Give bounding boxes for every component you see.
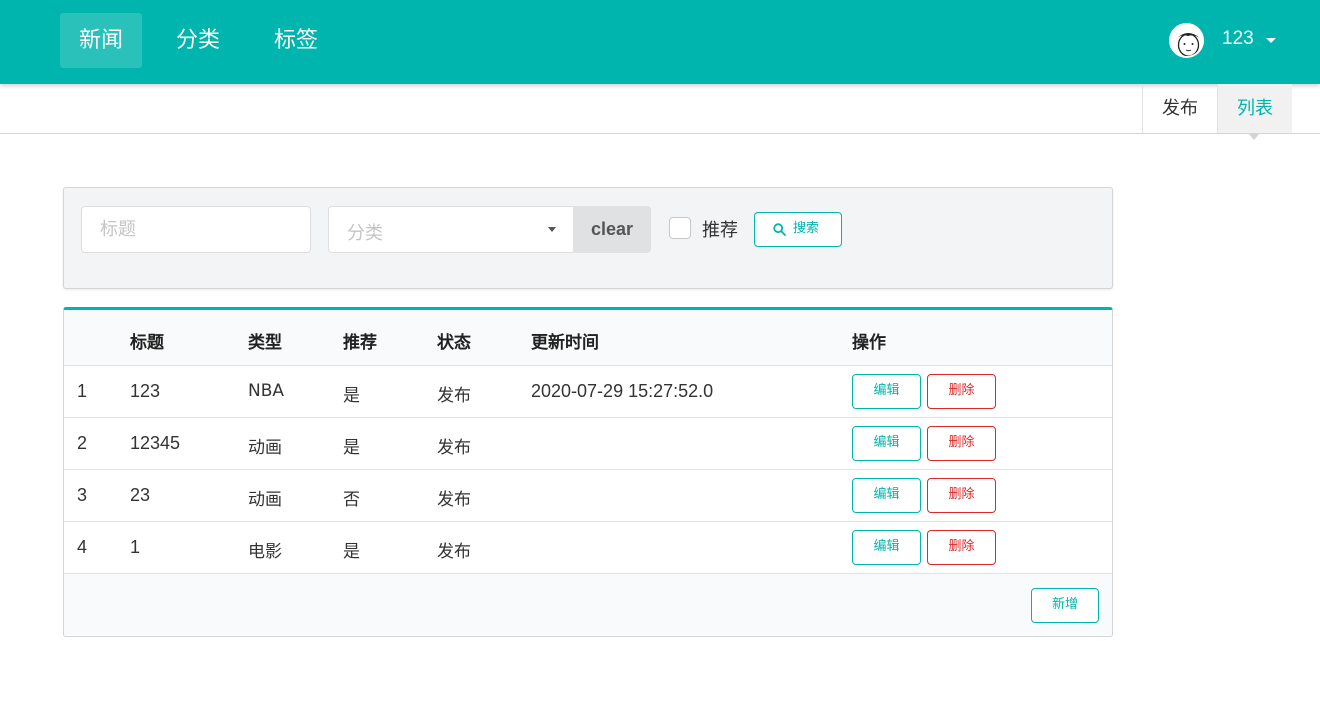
row-index: 3	[77, 485, 88, 505]
user-name[interactable]: 123	[1222, 28, 1254, 50]
row-status: 发布	[437, 386, 471, 406]
delete-button[interactable]: 删除	[927, 374, 996, 409]
search-button[interactable]: 搜索	[754, 212, 842, 247]
row-index: 4	[77, 537, 88, 557]
row-status: 发布	[437, 542, 471, 562]
active-tab-pointer	[1248, 133, 1260, 140]
row-recommend: 否	[343, 490, 360, 510]
row-title: 1	[130, 537, 141, 557]
column-header-status: 状态	[437, 333, 471, 353]
add-button[interactable]: 新增	[1031, 588, 1099, 623]
column-header-type: 类型	[248, 333, 282, 353]
table-footer: 新增	[64, 574, 1112, 635]
row-type: 动画	[248, 490, 282, 510]
row-type: NBA	[248, 381, 285, 401]
news-table: 标题 类型 推荐 状态 更新时间 操作 1 123 NBA 是 发布 2020-…	[63, 307, 1113, 637]
edit-button[interactable]: 编辑	[852, 478, 921, 513]
row-index: 2	[77, 433, 88, 453]
table-row: 3 23 动画 否 发布 编辑 删除	[64, 470, 1112, 522]
row-recommend: 是	[343, 542, 360, 562]
clear-button[interactable]: clear	[573, 206, 651, 253]
tab-publish[interactable]: 发布	[1142, 84, 1217, 133]
row-title: 12345	[130, 433, 181, 453]
search-button-label: 搜索	[793, 221, 820, 236]
sub-menu: 发布 列表	[0, 84, 1320, 134]
row-status: 发布	[437, 490, 471, 510]
row-recommend: 是	[343, 386, 360, 406]
caret-down-icon[interactable]	[1266, 38, 1276, 43]
column-header-updated: 更新时间	[531, 333, 599, 353]
delete-button[interactable]: 删除	[927, 478, 996, 513]
row-status: 发布	[437, 438, 471, 458]
delete-button[interactable]: 删除	[927, 426, 996, 461]
recommend-checkbox[interactable]	[669, 217, 691, 239]
avatar[interactable]	[1169, 23, 1204, 58]
row-type: 电影	[248, 542, 282, 562]
search-form: 分类 clear 推荐 搜索	[63, 187, 1113, 289]
edit-button[interactable]: 编辑	[852, 374, 921, 409]
top-navbar: 新闻 分类 标签 123	[0, 0, 1320, 84]
column-header-title: 标题	[130, 333, 164, 353]
avatar-face-icon	[1171, 25, 1202, 56]
row-title: 23	[130, 485, 151, 505]
nav-item-news[interactable]: 新闻	[60, 13, 143, 68]
dropdown-caret-icon	[548, 227, 556, 232]
recommend-label: 推荐	[702, 220, 738, 241]
delete-button[interactable]: 删除	[927, 530, 996, 565]
column-header-actions: 操作	[852, 333, 886, 353]
title-search-input[interactable]	[81, 206, 311, 253]
category-dropdown-placeholder: 分类	[347, 223, 383, 244]
category-dropdown[interactable]: 分类	[328, 206, 574, 253]
edit-button[interactable]: 编辑	[852, 426, 921, 461]
search-icon	[773, 223, 786, 236]
row-type: 动画	[248, 438, 282, 458]
column-header-recommend: 推荐	[343, 333, 377, 353]
table-row: 1 123 NBA 是 发布 2020-07-29 15:27:52.0 编辑 …	[64, 366, 1112, 418]
nav-item-tag[interactable]: 标签	[255, 13, 337, 68]
edit-button[interactable]: 编辑	[852, 530, 921, 565]
table-row: 2 12345 动画 是 发布 编辑 删除	[64, 418, 1112, 470]
row-recommend: 是	[343, 438, 360, 458]
table-row: 4 1 电影 是 发布 编辑 删除	[64, 522, 1112, 574]
row-index: 1	[77, 381, 88, 401]
row-title: 123	[130, 381, 161, 401]
table-header: 标题 类型 推荐 状态 更新时间 操作	[64, 310, 1112, 366]
row-updated: 2020-07-29 15:27:52.0	[531, 381, 714, 401]
nav-item-category[interactable]: 分类	[157, 13, 239, 68]
tab-list[interactable]: 列表	[1217, 84, 1292, 133]
